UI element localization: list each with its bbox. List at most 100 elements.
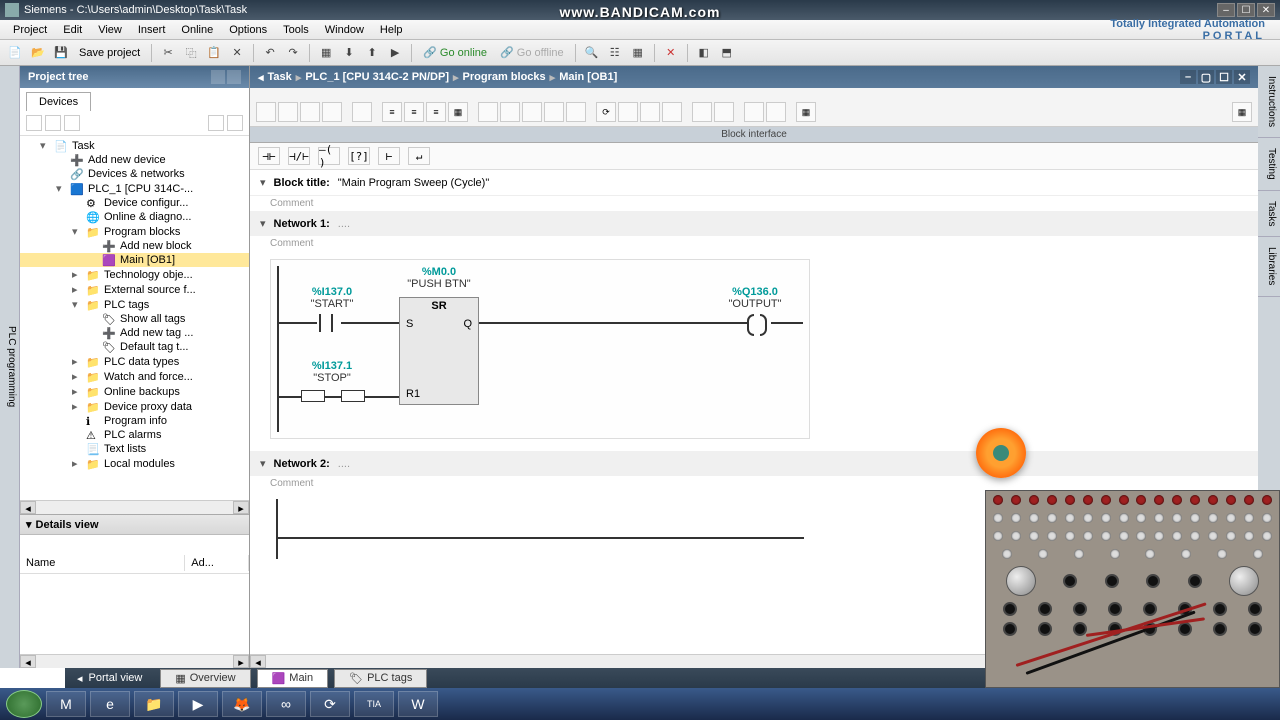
tab-plc-tags[interactable]: 🏷 PLC tags	[334, 669, 427, 688]
et-7[interactable]	[500, 102, 520, 122]
tree-btn-grid-icon[interactable]	[208, 115, 224, 131]
et-5[interactable]	[352, 102, 372, 122]
tree-item[interactable]: ▸📁Online backups	[20, 384, 249, 399]
tree-item[interactable]: 📃Text lists	[20, 442, 249, 456]
et-11[interactable]	[618, 102, 638, 122]
menu-insert[interactable]: Insert	[130, 22, 174, 38]
et-16[interactable]	[744, 102, 764, 122]
et-8[interactable]	[522, 102, 542, 122]
network-1-comment[interactable]: Comment	[250, 236, 1258, 251]
tree-item[interactable]: ➕Add new tag ...	[20, 326, 249, 340]
stop-contact-1[interactable]	[301, 390, 325, 402]
tree-item[interactable]: ▸📁Local modules	[20, 456, 249, 471]
tree-btn-3[interactable]	[64, 115, 80, 131]
taskbar-word-icon[interactable]: W	[398, 691, 438, 717]
split-v-icon[interactable]: ⬒	[717, 43, 737, 63]
taskbar-teamviewer-icon[interactable]: ⟳	[310, 691, 350, 717]
start-button[interactable]	[6, 690, 42, 718]
collapse-left-icon[interactable]	[227, 70, 241, 84]
menu-project[interactable]: Project	[5, 22, 55, 38]
tab-testing[interactable]: Testing	[1258, 138, 1280, 191]
et-9[interactable]	[544, 102, 564, 122]
tree-item[interactable]: ℹProgram info	[20, 414, 249, 428]
start-contact[interactable]	[317, 314, 335, 332]
compile-icon[interactable]: ▦	[316, 43, 336, 63]
tree-item[interactable]: ▸📁Device proxy data	[20, 399, 249, 414]
tab-instructions[interactable]: Instructions	[1258, 66, 1280, 138]
menu-help[interactable]: Help	[372, 22, 411, 38]
et-1[interactable]	[256, 102, 276, 122]
search-icon[interactable]: 🔍	[582, 43, 602, 63]
et-6[interactable]	[478, 102, 498, 122]
tree-item[interactable]: ▸📁Watch and force...	[20, 369, 249, 384]
taskbar-media-icon[interactable]: ▶	[178, 691, 218, 717]
tab-devices[interactable]: Devices	[26, 92, 91, 111]
minimize-button[interactable]: –	[1217, 3, 1235, 17]
close-online-icon[interactable]: ✕	[661, 43, 681, 63]
lad-coil-icon[interactable]: –( )	[318, 147, 340, 165]
tab-overview[interactable]: ▦ Overview	[160, 669, 250, 688]
tree-item[interactable]: ▾📁Program blocks	[20, 224, 249, 239]
save-project-button[interactable]: Save project	[74, 47, 145, 59]
knob-2[interactable]	[1229, 566, 1259, 596]
et-14[interactable]	[692, 102, 712, 122]
download-icon[interactable]: ⬇	[339, 43, 359, 63]
vtab-plc-programming[interactable]: PLC programming	[0, 66, 20, 668]
menu-tools[interactable]: Tools	[275, 22, 317, 38]
tree-hscroll[interactable]: ◂ ▸	[20, 500, 249, 514]
cut-icon[interactable]: ✂	[158, 43, 178, 63]
tree-item[interactable]: ▸📁External source f...	[20, 282, 249, 297]
scroll-right-icon[interactable]: ▸	[233, 501, 249, 514]
taskbar-firefox-icon[interactable]: 🦊	[222, 691, 262, 717]
tree-item[interactable]: ▾🟦PLC_1 [CPU 314C-...	[20, 181, 249, 196]
et-4[interactable]	[322, 102, 342, 122]
editor-maximize-icon[interactable]: ☐	[1216, 70, 1232, 84]
upload-icon[interactable]: ⬆	[362, 43, 382, 63]
et-12[interactable]	[640, 102, 660, 122]
copy-icon[interactable]: ⿻	[181, 43, 201, 63]
menu-online[interactable]: Online	[173, 22, 221, 38]
editor-restore-icon[interactable]: ▢	[1198, 70, 1214, 84]
menu-window[interactable]: Window	[317, 22, 372, 38]
taskbar-gmail-icon[interactable]: M	[46, 691, 86, 717]
taskbar-explorer-icon[interactable]: 📁	[134, 691, 174, 717]
knob-1[interactable]	[1006, 566, 1036, 596]
tree-item[interactable]: 🏷Default tag t...	[20, 340, 249, 354]
sr-block[interactable]: SR S Q R1	[399, 297, 479, 405]
tree-item[interactable]: ▸📁PLC data types	[20, 354, 249, 369]
undo-icon[interactable]: ↶	[260, 43, 280, 63]
network-1-header[interactable]: ▾ Network 1: ....	[250, 211, 1258, 236]
project-tree[interactable]: ▾📄Task➕Add new device🔗Devices & networks…	[20, 136, 249, 500]
tree-item[interactable]: ⚠PLC alarms	[20, 428, 249, 442]
et-10[interactable]	[566, 102, 586, 122]
maximize-button[interactable]: ☐	[1237, 3, 1255, 17]
output-coil[interactable]	[747, 314, 767, 332]
close-button[interactable]: ✕	[1257, 3, 1275, 17]
collapse-network2-icon[interactable]: ▾	[260, 457, 266, 470]
col-address[interactable]: Ad...	[185, 555, 249, 571]
layout-icon[interactable]: ▦	[628, 43, 648, 63]
taskbar-arduino-icon[interactable]: ∞	[266, 691, 306, 717]
collapse-network1-icon[interactable]: ▾	[260, 217, 266, 230]
et-2[interactable]	[278, 102, 298, 122]
et-settings-icon[interactable]: ▦	[1232, 102, 1252, 122]
stop-contact-2[interactable]	[341, 390, 365, 402]
tree-item[interactable]: ➕Add new device	[20, 153, 249, 167]
col-name[interactable]: Name	[20, 555, 185, 571]
block-comment[interactable]: Comment	[250, 196, 1258, 211]
lad-branch-open-icon[interactable]: ⊢	[378, 147, 400, 165]
et-grid-icon[interactable]: ▦	[448, 102, 468, 122]
split-h-icon[interactable]: ◧	[694, 43, 714, 63]
et-15[interactable]	[714, 102, 734, 122]
go-offline-button[interactable]: 🔗 Go offline	[495, 46, 569, 59]
tab-main[interactable]: 🟪 Main	[257, 669, 329, 688]
editor-close-icon[interactable]: ✕	[1234, 70, 1250, 84]
delete-icon[interactable]: ✕	[227, 43, 247, 63]
go-online-button[interactable]: 🔗 Go online	[418, 46, 492, 59]
save-icon[interactable]: 💾	[51, 43, 71, 63]
taskbar-ie-icon[interactable]: e	[90, 691, 130, 717]
cross-ref-icon[interactable]: ☷	[605, 43, 625, 63]
simulate-icon[interactable]: ▶	[385, 43, 405, 63]
menu-view[interactable]: View	[90, 22, 130, 38]
pin-icon[interactable]	[211, 70, 225, 84]
